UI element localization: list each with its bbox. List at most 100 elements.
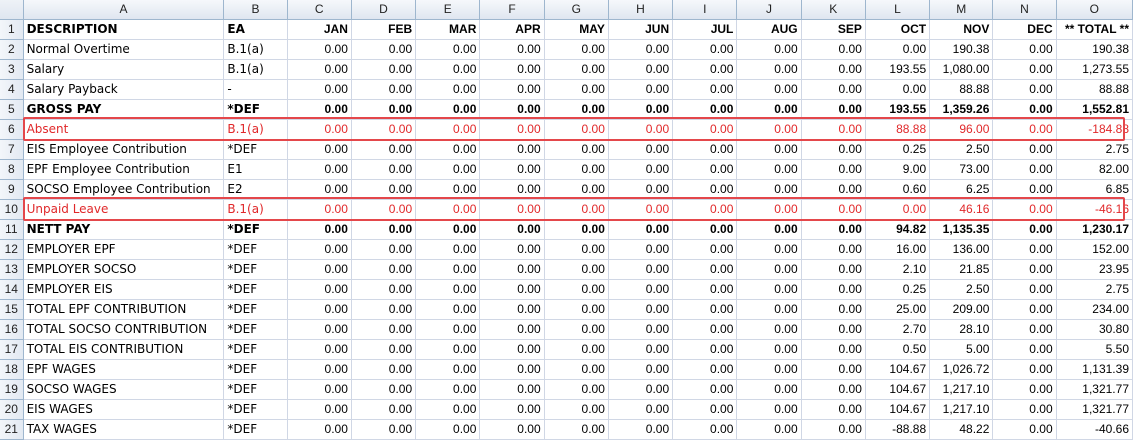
column-header-d[interactable]: D xyxy=(351,0,417,20)
cell-a[interactable]: Absent xyxy=(23,119,225,140)
column-header-o[interactable]: O xyxy=(1056,0,1133,20)
cell-l[interactable]: 9.00 xyxy=(865,159,931,180)
column-header-j[interactable]: J xyxy=(736,0,802,20)
cell-f[interactable]: 0.00 xyxy=(479,359,545,380)
cell-h[interactable]: 0.00 xyxy=(608,179,674,200)
cell-h[interactable]: 0.00 xyxy=(608,199,674,220)
column-header-l[interactable]: L xyxy=(865,0,931,20)
cell-g[interactable]: 0.00 xyxy=(544,399,609,420)
cell-j[interactable]: 0.00 xyxy=(736,319,802,340)
cell-d[interactable]: 0.00 xyxy=(351,39,417,60)
cell-e[interactable]: 0.00 xyxy=(415,239,481,260)
cell-n[interactable]: 0.00 xyxy=(992,339,1057,360)
cell-f[interactable]: 0.00 xyxy=(479,299,545,320)
cell-b[interactable]: *DEF xyxy=(223,399,288,420)
cell-e[interactable]: 0.00 xyxy=(415,79,481,100)
cell-f[interactable]: 0.00 xyxy=(479,199,545,220)
cell-i[interactable]: 0.00 xyxy=(672,199,738,220)
cell-k[interactable]: 0.00 xyxy=(801,359,866,380)
cell-d[interactable]: 0.00 xyxy=(351,79,417,100)
cell-f[interactable]: 0.00 xyxy=(479,239,545,260)
cell-j[interactable]: 0.00 xyxy=(736,259,802,280)
cell-k[interactable]: 0.00 xyxy=(801,279,866,300)
cell-m[interactable]: 48.22 xyxy=(929,419,994,440)
cell-n[interactable]: 0.00 xyxy=(992,239,1057,260)
cell-o[interactable]: 88.88 xyxy=(1056,79,1133,100)
column-header-e[interactable]: E xyxy=(415,0,481,20)
cell-j[interactable]: 0.00 xyxy=(736,119,802,140)
cell-d[interactable]: 0.00 xyxy=(351,219,417,240)
cell-d[interactable]: 0.00 xyxy=(351,279,417,300)
cell-a[interactable]: Salary Payback xyxy=(23,79,225,100)
cell-c[interactable]: 0.00 xyxy=(287,379,352,400)
cell-g[interactable]: MAY xyxy=(544,19,609,40)
cell-m[interactable]: 73.00 xyxy=(929,159,994,180)
cell-f[interactable]: 0.00 xyxy=(479,399,545,420)
cell-h[interactable]: 0.00 xyxy=(608,299,674,320)
cell-l[interactable]: 193.55 xyxy=(865,99,931,120)
cell-e[interactable]: 0.00 xyxy=(415,259,481,280)
cell-d[interactable]: 0.00 xyxy=(351,159,417,180)
row-header[interactable]: 12 xyxy=(0,239,24,260)
cell-k[interactable]: 0.00 xyxy=(801,299,866,320)
cell-i[interactable]: 0.00 xyxy=(672,319,738,340)
cell-c[interactable]: 0.00 xyxy=(287,359,352,380)
column-header-g[interactable]: G xyxy=(544,0,609,20)
cell-i[interactable]: 0.00 xyxy=(672,399,738,420)
cell-g[interactable]: 0.00 xyxy=(544,79,609,100)
cell-g[interactable]: 0.00 xyxy=(544,299,609,320)
cell-i[interactable]: 0.00 xyxy=(672,419,738,440)
cell-a[interactable]: EMPLOYER EPF xyxy=(23,239,225,260)
cell-g[interactable]: 0.00 xyxy=(544,59,609,80)
cell-d[interactable]: 0.00 xyxy=(351,319,417,340)
cell-a[interactable]: EPF WAGES xyxy=(23,359,225,380)
cell-h[interactable]: JUN xyxy=(608,19,674,40)
cell-c[interactable]: 0.00 xyxy=(287,219,352,240)
cell-b[interactable]: E1 xyxy=(223,159,288,180)
column-header-a[interactable]: A xyxy=(23,0,225,20)
cell-l[interactable]: 0.50 xyxy=(865,339,931,360)
cell-j[interactable]: 0.00 xyxy=(736,179,802,200)
cell-b[interactable]: *DEF xyxy=(223,239,288,260)
cell-e[interactable]: 0.00 xyxy=(415,359,481,380)
cell-i[interactable]: 0.00 xyxy=(672,379,738,400)
cell-b[interactable]: *DEF xyxy=(223,139,288,160)
cell-b[interactable]: B.1(a) xyxy=(223,39,288,60)
cell-l[interactable]: 25.00 xyxy=(865,299,931,320)
cell-b[interactable]: *DEF xyxy=(223,379,288,400)
cell-c[interactable]: 0.00 xyxy=(287,179,352,200)
cell-m[interactable]: 1,359.26 xyxy=(929,99,994,120)
cell-h[interactable]: 0.00 xyxy=(608,99,674,120)
cell-m[interactable]: 136.00 xyxy=(929,239,994,260)
cell-e[interactable]: 0.00 xyxy=(415,419,481,440)
cell-l[interactable]: 104.67 xyxy=(865,399,931,420)
cell-e[interactable]: 0.00 xyxy=(415,279,481,300)
cell-l[interactable]: 16.00 xyxy=(865,239,931,260)
cell-n[interactable]: 0.00 xyxy=(992,159,1057,180)
row-header[interactable]: 4 xyxy=(0,79,24,100)
cell-j[interactable]: 0.00 xyxy=(736,279,802,300)
cell-l[interactable]: 0.25 xyxy=(865,279,931,300)
cell-i[interactable]: 0.00 xyxy=(672,39,738,60)
cell-d[interactable]: 0.00 xyxy=(351,339,417,360)
column-header-f[interactable]: F xyxy=(479,0,545,20)
cell-f[interactable]: 0.00 xyxy=(479,119,545,140)
cell-m[interactable]: 96.00 xyxy=(929,119,994,140)
cell-o[interactable]: 82.00 xyxy=(1056,159,1133,180)
cell-b[interactable]: *DEF xyxy=(223,339,288,360)
cell-e[interactable]: 0.00 xyxy=(415,399,481,420)
row-header[interactable]: 3 xyxy=(0,59,24,80)
cell-k[interactable]: 0.00 xyxy=(801,39,866,60)
cell-d[interactable]: FEB xyxy=(351,19,417,40)
cell-c[interactable]: 0.00 xyxy=(287,59,352,80)
row-header[interactable]: 17 xyxy=(0,339,24,360)
cell-o[interactable]: 1,273.55 xyxy=(1056,59,1133,80)
cell-a[interactable]: EMPLOYER EIS xyxy=(23,279,225,300)
column-header-m[interactable]: M xyxy=(929,0,994,20)
cell-d[interactable]: 0.00 xyxy=(351,399,417,420)
row-header[interactable]: 7 xyxy=(0,139,24,160)
cell-i[interactable]: 0.00 xyxy=(672,159,738,180)
cell-j[interactable]: 0.00 xyxy=(736,339,802,360)
cell-g[interactable]: 0.00 xyxy=(544,219,609,240)
cell-m[interactable]: 1,080.00 xyxy=(929,59,994,80)
